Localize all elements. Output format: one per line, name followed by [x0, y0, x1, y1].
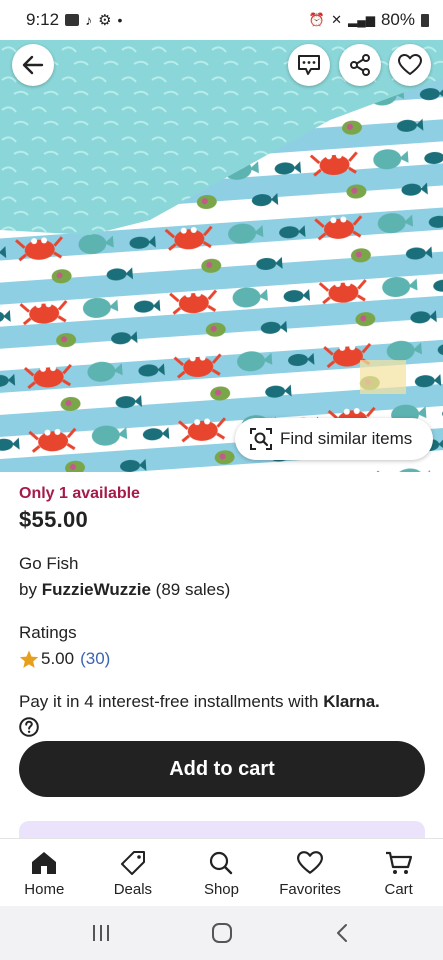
mute-icon: ✕ [331, 12, 342, 27]
tiktok-icon: ♪ [85, 12, 93, 28]
back-button[interactable] [12, 44, 54, 86]
visual-search-icon [250, 428, 272, 450]
dot-icon: • [117, 12, 123, 28]
product-image[interactable] [0, 40, 443, 472]
add-to-cart-button[interactable]: Add to cart [19, 741, 425, 797]
bottom-tab-bar: Home Deals Shop Favorites Cart [0, 838, 443, 906]
battery-text: 80% [380, 10, 415, 29]
home-icon [32, 852, 57, 874]
klarna-logo: Klarna. [323, 692, 380, 711]
status-bar: 9:12 ♪ ⚙ • ⏰ ✕ ▂▄▆ 80% [0, 0, 443, 40]
tag-icon [120, 851, 145, 875]
find-similar-button[interactable]: Find similar items [235, 418, 433, 460]
star-icon [19, 650, 39, 668]
blanket-photo [0, 40, 443, 472]
back-nav-icon[interactable] [332, 922, 354, 944]
gallery-icon [65, 14, 80, 26]
settings-icon: ⚙ [98, 12, 112, 29]
share-icon [350, 54, 370, 76]
tab-shop[interactable]: Shop [177, 839, 266, 906]
cart-icon [385, 851, 412, 874]
find-similar-label: Find similar items [280, 429, 413, 448]
help-icon[interactable] [19, 717, 39, 737]
tab-cart[interactable]: Cart [354, 839, 443, 906]
seller-sales: (89 sales) [150, 580, 231, 599]
status-time: 9:12 [26, 10, 60, 29]
rating-score: 5.00 [41, 649, 75, 668]
recent-apps-icon[interactable] [90, 923, 112, 943]
seller-prefix: by [19, 580, 42, 599]
klarna-text: Pay it in 4 interest-free installments w… [19, 692, 324, 711]
battery-icon [421, 13, 429, 27]
search-icon [210, 851, 233, 875]
tab-label: Favorites [279, 881, 341, 898]
heart-icon [398, 54, 422, 75]
system-nav-bar [0, 906, 443, 960]
tab-deals[interactable]: Deals [89, 839, 178, 906]
price: $55.00 [19, 507, 89, 532]
home-nav-icon[interactable] [211, 922, 233, 944]
product-info: Only 1 available $55.00 Go Fish by Fuzzi… [19, 476, 429, 742]
rating-count-link[interactable]: (30) [80, 649, 110, 669]
signal-icon: ▂▄▆ [348, 13, 375, 27]
arrow-left-icon [22, 55, 44, 75]
alarm-icon: ⏰ [308, 12, 326, 27]
availability-text: Only 1 available [19, 485, 140, 502]
product-title: Go Fish [19, 554, 79, 573]
rating-summary[interactable]: 5.00 (30) [19, 649, 429, 669]
message-seller-button[interactable] [288, 44, 330, 86]
klarna-installments: Pay it in 4 interest-free installments w… [19, 691, 429, 713]
tab-home[interactable]: Home [0, 839, 89, 906]
chat-icon [298, 55, 320, 75]
heart-icon [297, 851, 324, 874]
tab-label: Cart [384, 881, 413, 898]
tab-label: Shop [203, 881, 239, 898]
tab-label: Deals [113, 881, 153, 898]
seller-line: by FuzzieWuzzie (89 sales) [19, 580, 429, 600]
tab-label: Home [24, 881, 65, 898]
share-button[interactable] [339, 44, 381, 86]
seller-name-link[interactable]: FuzzieWuzzie [42, 580, 151, 599]
favorite-button[interactable] [389, 44, 431, 86]
tab-favorites[interactable]: Favorites [266, 839, 355, 906]
ratings-label: Ratings [19, 623, 77, 642]
